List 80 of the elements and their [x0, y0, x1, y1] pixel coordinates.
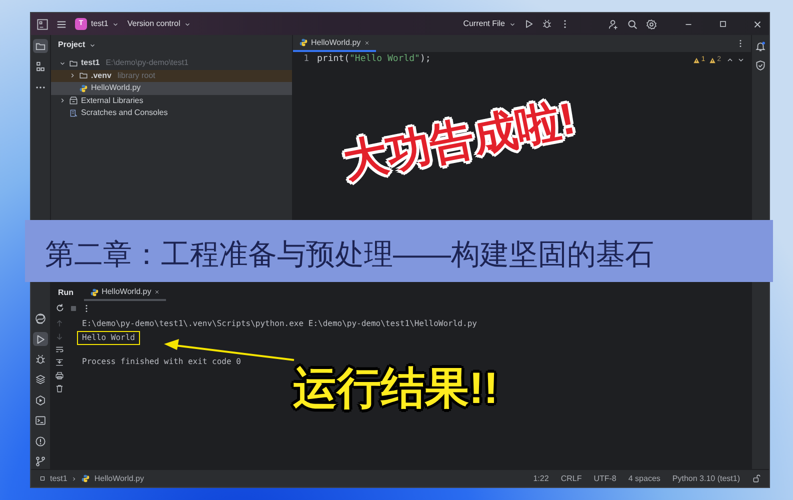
tool-window-button[interactable]: [33, 434, 48, 449]
tree-item[interactable]: .venv library root: [51, 70, 292, 82]
breadcrumb[interactable]: test1: [50, 472, 68, 484]
structure-icon: [35, 61, 46, 72]
run-tab[interactable]: HelloWorld.py: [84, 285, 166, 301]
layers-icon: [35, 374, 46, 386]
run-configuration-menu[interactable]: Current File: [463, 18, 505, 30]
python-file-icon: [81, 474, 90, 483]
command-line: E:\demo\py-demo\test1\.venv\Scripts\python.exe E:\demo\py-demo\test1\HelloWorld.py: [81, 318, 478, 330]
panel-title[interactable]: Run: [58, 287, 74, 299]
app-logo-icon: [37, 18, 48, 30]
close-icon[interactable]: [752, 18, 763, 30]
chapter-banner: 第二章：工程准备与预处理——构建坚固的基石: [25, 220, 773, 282]
printer-icon[interactable]: [54, 371, 64, 380]
project-name[interactable]: test1: [91, 18, 108, 30]
library-icon: [69, 96, 78, 106]
chevron-icon: [71, 476, 78, 482]
soft-wrap-icon[interactable]: [54, 345, 64, 354]
tree-item[interactable]: HelloWorld.py: [51, 82, 292, 94]
tree-item[interactable]: test1 E:\demo\py-demo\test1: [51, 57, 292, 70]
previous-icon[interactable]: [726, 56, 734, 64]
notifications-icon[interactable]: [755, 41, 766, 52]
python-file-icon: [79, 84, 88, 93]
panel-title[interactable]: Project: [58, 39, 86, 51]
maximize-icon[interactable]: [718, 19, 728, 29]
bug-icon: [35, 354, 46, 365]
result-caption: 运行结果!!: [293, 363, 498, 415]
tree-item[interactable]: External Libraries: [51, 94, 292, 107]
caret-icon: [89, 42, 96, 48]
heading-caption: 大功告成啦!: [338, 93, 580, 189]
breadcrumb[interactable]: HelloWorld.py: [94, 472, 144, 484]
folder-icon: [39, 475, 46, 482]
status-item[interactable]: UTF-8: [594, 472, 616, 484]
menu-icon[interactable]: [56, 18, 67, 30]
chevron-icon: [59, 97, 66, 104]
version-control-menu[interactable]: Version control: [127, 18, 180, 30]
python-console-icon: [35, 313, 46, 324]
close-icon: [154, 289, 160, 295]
python-file-icon: [299, 38, 308, 47]
caret-icon: [184, 20, 192, 28]
services-icon: [35, 394, 46, 406]
warning-icon: [693, 56, 700, 64]
search-icon[interactable]: [627, 18, 638, 30]
stop-icon[interactable]: [69, 304, 78, 312]
shield-icon[interactable]: [755, 60, 766, 71]
python-file-icon: [90, 288, 99, 296]
tool-window-button[interactable]: [33, 332, 48, 346]
settings-icon[interactable]: [646, 18, 657, 30]
status-item[interactable]: Python 3.10 (test1): [672, 472, 740, 484]
lock-icon[interactable]: [752, 474, 761, 483]
code-line: print("Hello World");: [317, 53, 431, 66]
warning-icon: [709, 56, 716, 64]
console-output: Hello World: [77, 331, 140, 345]
tool-window-button[interactable]: [33, 393, 48, 408]
terminal-icon: [35, 415, 46, 426]
close-icon: [364, 40, 370, 46]
trash-icon[interactable]: [54, 384, 64, 393]
scroll-to-end-icon[interactable]: [54, 358, 64, 367]
tool-window-button[interactable]: [33, 39, 48, 54]
run-icon: [35, 334, 46, 345]
git-branch-icon: [35, 456, 46, 468]
rerun-icon[interactable]: [55, 303, 65, 313]
folder-icon: [35, 40, 46, 52]
run-icon[interactable]: [524, 19, 534, 29]
next-icon[interactable]: [737, 56, 745, 64]
caret-icon: [112, 20, 120, 28]
tree-item[interactable]: Scratches and Consoles: [51, 107, 292, 120]
add-user-icon[interactable]: [608, 18, 619, 30]
status-item[interactable]: 1:22: [533, 472, 549, 484]
line-number: 1: [302, 53, 310, 66]
bug-icon[interactable]: [542, 19, 552, 29]
problems-icon: [35, 436, 46, 447]
caret-icon: [509, 20, 516, 28]
status-item[interactable]: 4 spaces: [628, 472, 660, 484]
editor-tab[interactable]: HelloWorld.py: [293, 35, 376, 52]
scratch-file-icon: [69, 108, 78, 118]
tool-window-button[interactable]: [33, 454, 48, 469]
tool-window-button[interactable]: [33, 311, 48, 326]
exit-message: Process finished with exit code 0: [81, 356, 242, 368]
status-item[interactable]: CRLF: [560, 472, 582, 484]
